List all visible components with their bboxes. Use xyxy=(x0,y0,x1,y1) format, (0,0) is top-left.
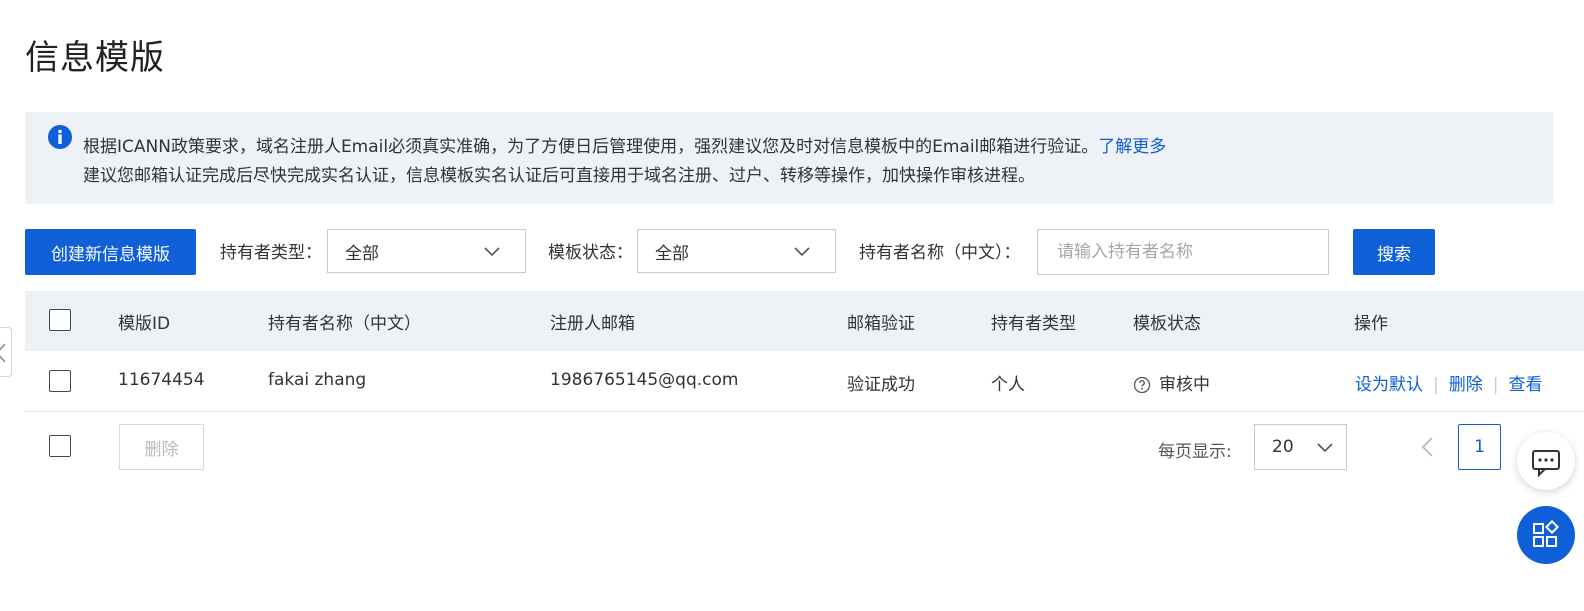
template-status-label: 模板状态： xyxy=(548,243,633,263)
chevron-down-icon xyxy=(1317,443,1333,453)
header-holder-type: 持有者类型 xyxy=(991,314,1076,334)
create-template-button[interactable]: 创建新信息模版 xyxy=(25,229,196,275)
info-icon xyxy=(48,125,72,149)
apps-grid-icon xyxy=(1533,519,1560,547)
learn-more-link[interactable]: 了解更多 xyxy=(1098,137,1166,157)
page-size-value: 20 xyxy=(1272,437,1294,457)
notice-line-2: 建议您邮箱认证完成后尽快完成实名认证，信息模板实名认证后可直接用于域名注册、过户… xyxy=(83,166,1035,186)
status-text: 审核中 xyxy=(1159,375,1210,395)
notice-banner: 根据ICANN政策要求，域名注册人Email必须真实准确，为了方便日后管理使用，… xyxy=(25,112,1553,204)
holder-name-label: 持有者名称（中文）： xyxy=(859,243,1021,263)
cell-email: 1986765145@qq.com xyxy=(550,370,739,390)
holder-type-select[interactable]: 全部 xyxy=(327,229,526,273)
notice-text-1: 根据ICANN政策要求，域名注册人Email必须真实准确，为了方便日后管理使用，… xyxy=(83,137,1099,157)
action-separator: | xyxy=(1433,375,1439,395)
header-holder-name: 持有者名称（中文） xyxy=(268,314,421,334)
header-email-verify: 邮箱验证 xyxy=(847,314,915,334)
chevron-left-icon xyxy=(0,343,6,363)
footer-select-all-checkbox[interactable] xyxy=(49,435,71,457)
chevron-down-icon xyxy=(794,247,810,257)
row-checkbox[interactable] xyxy=(49,370,71,392)
header-registrant-email: 注册人邮箱 xyxy=(550,314,635,334)
page-number-button[interactable]: 1 xyxy=(1458,424,1501,470)
select-all-checkbox[interactable] xyxy=(49,309,71,331)
header-template-id: 模版ID xyxy=(118,314,171,334)
cell-holder-name: fakai zhang xyxy=(268,370,367,390)
cell-template-id: 11674454 xyxy=(118,370,205,390)
template-status-select[interactable]: 全部 xyxy=(637,229,836,273)
page-title: 信息模版 xyxy=(25,38,165,78)
chevron-down-icon xyxy=(484,247,500,257)
page-size-select[interactable]: 20 xyxy=(1254,424,1347,470)
table-row: 11674454 fakai zhang 1986765145@qq.com 验… xyxy=(25,351,1584,412)
action-separator: | xyxy=(1492,375,1499,395)
notice-line-1: 根据ICANN政策要求，域名注册人Email必须真实准确，为了方便日后管理使用，… xyxy=(83,132,1166,157)
header-template-status: 模板状态 xyxy=(1133,314,1201,334)
question-circle-icon xyxy=(1133,376,1151,394)
search-button[interactable]: 搜索 xyxy=(1353,229,1435,275)
holder-type-value: 全部 xyxy=(345,243,379,264)
view-link[interactable]: 查看 xyxy=(1508,375,1542,395)
header-actions: 操作 xyxy=(1354,314,1388,334)
cell-holder-type: 个人 xyxy=(991,375,1025,395)
chat-icon xyxy=(1532,450,1560,478)
holder-type-label: 持有者类型： xyxy=(220,243,322,263)
bulk-delete-button[interactable]: 删除 xyxy=(119,424,204,470)
table-header: 模版ID 持有者名称（中文） 注册人邮箱 邮箱验证 持有者类型 模板状态 操作 xyxy=(25,291,1584,351)
holder-name-input[interactable] xyxy=(1037,229,1329,275)
template-status-value: 全部 xyxy=(655,243,689,264)
chevron-left-icon[interactable] xyxy=(1418,434,1438,460)
per-page-label: 每页显示: xyxy=(1158,442,1232,462)
set-default-link[interactable]: 设为默认 xyxy=(1355,375,1423,395)
cell-email-verify: 验证成功 xyxy=(847,375,915,395)
delete-link[interactable]: 删除 xyxy=(1449,375,1483,395)
cell-actions: 设为默认 | 删除 | 查看 xyxy=(1355,370,1542,395)
chat-float-button[interactable] xyxy=(1517,432,1575,490)
collapse-sidebar-tab[interactable] xyxy=(0,327,12,377)
apps-float-button[interactable] xyxy=(1517,506,1575,564)
cell-status: 审核中 xyxy=(1133,370,1210,395)
